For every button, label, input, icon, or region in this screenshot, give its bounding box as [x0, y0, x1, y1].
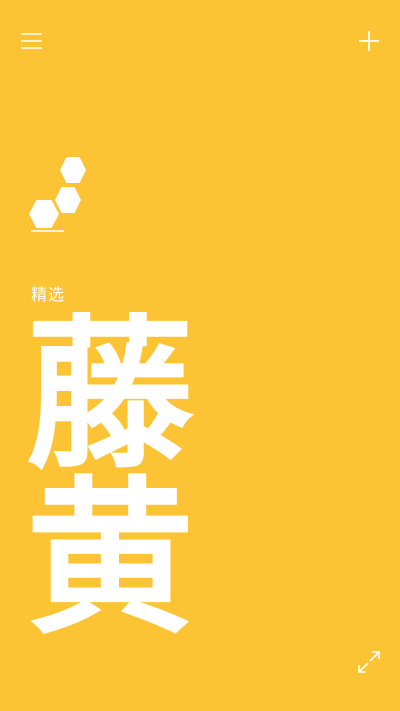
title-char-1: 藤 — [26, 312, 194, 492]
add-button[interactable] — [354, 26, 384, 56]
fullscreen-button[interactable] — [354, 647, 384, 677]
hexagon-cluster-logo — [29, 152, 93, 236]
plus-icon — [354, 26, 384, 56]
expand-arrows-icon — [354, 647, 384, 677]
hamburger-menu-icon — [17, 28, 47, 56]
category-label: 精选 — [31, 285, 66, 304]
app-screen: 精选 藤 黄 — [0, 0, 400, 711]
title-char-2: 黄 — [26, 461, 194, 652]
menu-button[interactable] — [17, 28, 47, 56]
featured-title: 藤 黄 — [26, 312, 198, 652]
